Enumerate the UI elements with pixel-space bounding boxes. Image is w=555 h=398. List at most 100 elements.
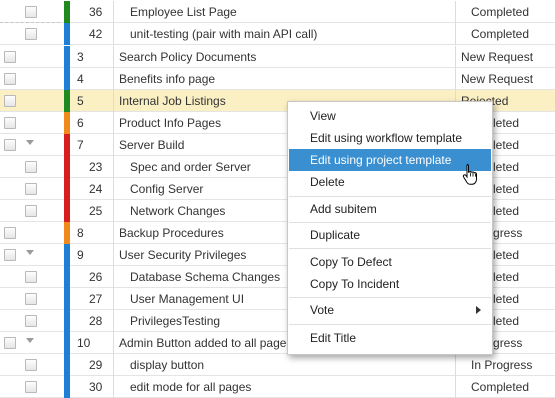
status-color-bar bbox=[64, 376, 70, 398]
item-id: 9 bbox=[77, 248, 84, 262]
status-color-bar bbox=[64, 288, 70, 310]
row-checkbox[interactable] bbox=[4, 227, 16, 239]
status-color-bar bbox=[64, 178, 70, 200]
row-checkbox[interactable] bbox=[25, 205, 37, 217]
column-divider bbox=[113, 90, 114, 112]
column-divider bbox=[113, 222, 114, 244]
menu-item-vote[interactable]: Vote bbox=[289, 299, 491, 321]
item-status: In Progress bbox=[471, 358, 533, 372]
menu-item-edit-workflow-template[interactable]: Edit using workflow template bbox=[289, 127, 491, 149]
item-title[interactable]: Search Policy Documents bbox=[119, 50, 451, 64]
context-menu: View Edit using workflow template Edit u… bbox=[287, 101, 493, 355]
column-divider bbox=[455, 23, 456, 45]
column-divider bbox=[113, 354, 114, 376]
item-id: 23 bbox=[89, 160, 103, 174]
menu-item-view[interactable]: View bbox=[289, 105, 491, 127]
item-title[interactable]: display button bbox=[130, 358, 452, 372]
hand-cursor-icon bbox=[462, 164, 477, 185]
item-status: Completed bbox=[471, 5, 530, 19]
item-id: 24 bbox=[89, 182, 103, 196]
item-title[interactable]: Employee List Page bbox=[130, 5, 452, 19]
status-color-bar bbox=[64, 244, 70, 266]
table-row[interactable]: 3 Search Policy Documents New Request bbox=[0, 46, 555, 68]
menu-item-edit-project-template[interactable]: Edit using project template bbox=[289, 149, 491, 171]
expand-collapse-icon[interactable] bbox=[26, 140, 34, 145]
row-checkbox[interactable] bbox=[4, 249, 16, 261]
table-row[interactable]: 30 edit mode for all pages Completed bbox=[0, 376, 555, 398]
row-checkbox[interactable] bbox=[25, 315, 37, 327]
status-color-bar bbox=[64, 134, 70, 156]
menu-separator bbox=[289, 248, 491, 249]
menu-item-copy-to-incident[interactable]: Copy To Incident bbox=[289, 273, 491, 295]
status-color-bar bbox=[64, 156, 70, 178]
expand-collapse-icon[interactable] bbox=[26, 338, 34, 343]
row-checkbox[interactable] bbox=[25, 359, 37, 371]
row-checkbox[interactable] bbox=[25, 183, 37, 195]
column-divider bbox=[455, 376, 456, 398]
column-divider bbox=[455, 354, 456, 376]
row-checkbox[interactable] bbox=[25, 271, 37, 283]
status-color-bar bbox=[64, 200, 70, 222]
item-status: Completed bbox=[471, 380, 530, 394]
item-id: 25 bbox=[89, 204, 103, 218]
column-divider bbox=[113, 266, 114, 288]
menu-separator bbox=[289, 324, 491, 325]
menu-item-duplicate[interactable]: Duplicate bbox=[289, 224, 491, 246]
status-color-bar bbox=[64, 332, 70, 354]
column-divider bbox=[113, 200, 114, 222]
column-divider bbox=[113, 332, 114, 354]
menu-separator bbox=[289, 297, 491, 298]
status-color-bar bbox=[64, 90, 70, 112]
row-checkbox[interactable] bbox=[4, 139, 16, 151]
item-title[interactable]: Benefits info page bbox=[119, 72, 451, 86]
submenu-arrow-icon bbox=[476, 306, 481, 314]
column-divider bbox=[455, 1, 456, 23]
column-divider bbox=[113, 1, 114, 23]
column-divider bbox=[113, 244, 114, 266]
row-checkbox[interactable] bbox=[25, 381, 37, 393]
menu-item-copy-to-defect[interactable]: Copy To Defect bbox=[289, 251, 491, 273]
status-color-bar bbox=[64, 354, 70, 376]
item-id: 10 bbox=[77, 336, 91, 350]
status-color-bar bbox=[64, 266, 70, 288]
item-status: Completed bbox=[471, 27, 530, 41]
table-row[interactable]: 42 unit-testing (pair with main API call… bbox=[0, 23, 555, 45]
row-checkbox[interactable] bbox=[4, 73, 16, 85]
column-divider bbox=[113, 68, 114, 90]
column-divider bbox=[113, 178, 114, 200]
row-checkbox[interactable] bbox=[25, 28, 37, 40]
item-id: 5 bbox=[77, 94, 84, 108]
status-color-bar bbox=[64, 222, 70, 244]
row-checkbox[interactable] bbox=[4, 337, 16, 349]
column-divider bbox=[113, 156, 114, 178]
item-id: 3 bbox=[77, 50, 84, 64]
item-id: 8 bbox=[77, 226, 84, 240]
row-checkbox[interactable] bbox=[4, 95, 16, 107]
row-checkbox[interactable] bbox=[25, 293, 37, 305]
item-title[interactable]: edit mode for all pages bbox=[130, 380, 452, 394]
menu-item-edit-title[interactable]: Edit Title bbox=[289, 327, 491, 349]
status-color-bar bbox=[64, 112, 70, 134]
column-divider bbox=[455, 68, 456, 90]
table-row[interactable]: 36 Employee List Page Completed bbox=[0, 1, 555, 23]
column-divider bbox=[113, 23, 114, 45]
menu-separator bbox=[289, 196, 491, 197]
item-id: 28 bbox=[89, 314, 103, 328]
row-checkbox[interactable] bbox=[25, 161, 37, 173]
row-checkbox[interactable] bbox=[4, 117, 16, 129]
menu-item-delete[interactable]: Delete bbox=[289, 171, 491, 193]
status-color-bar bbox=[64, 68, 70, 90]
row-checkbox[interactable] bbox=[25, 6, 37, 18]
expand-collapse-icon[interactable] bbox=[26, 250, 34, 255]
menu-item-add-subitem[interactable]: Add subitem bbox=[289, 198, 491, 220]
item-id: 27 bbox=[89, 292, 103, 306]
item-id: 30 bbox=[89, 380, 103, 394]
row-checkbox[interactable] bbox=[4, 51, 16, 63]
column-divider bbox=[113, 112, 114, 134]
item-title[interactable]: unit-testing (pair with main API call) bbox=[130, 27, 452, 41]
item-id: 36 bbox=[89, 5, 103, 19]
table-row[interactable]: 29 display button In Progress bbox=[0, 354, 555, 376]
item-id: 42 bbox=[89, 27, 103, 41]
item-status: New Request bbox=[461, 72, 534, 86]
table-row[interactable]: 4 Benefits info page New Request bbox=[0, 68, 555, 90]
